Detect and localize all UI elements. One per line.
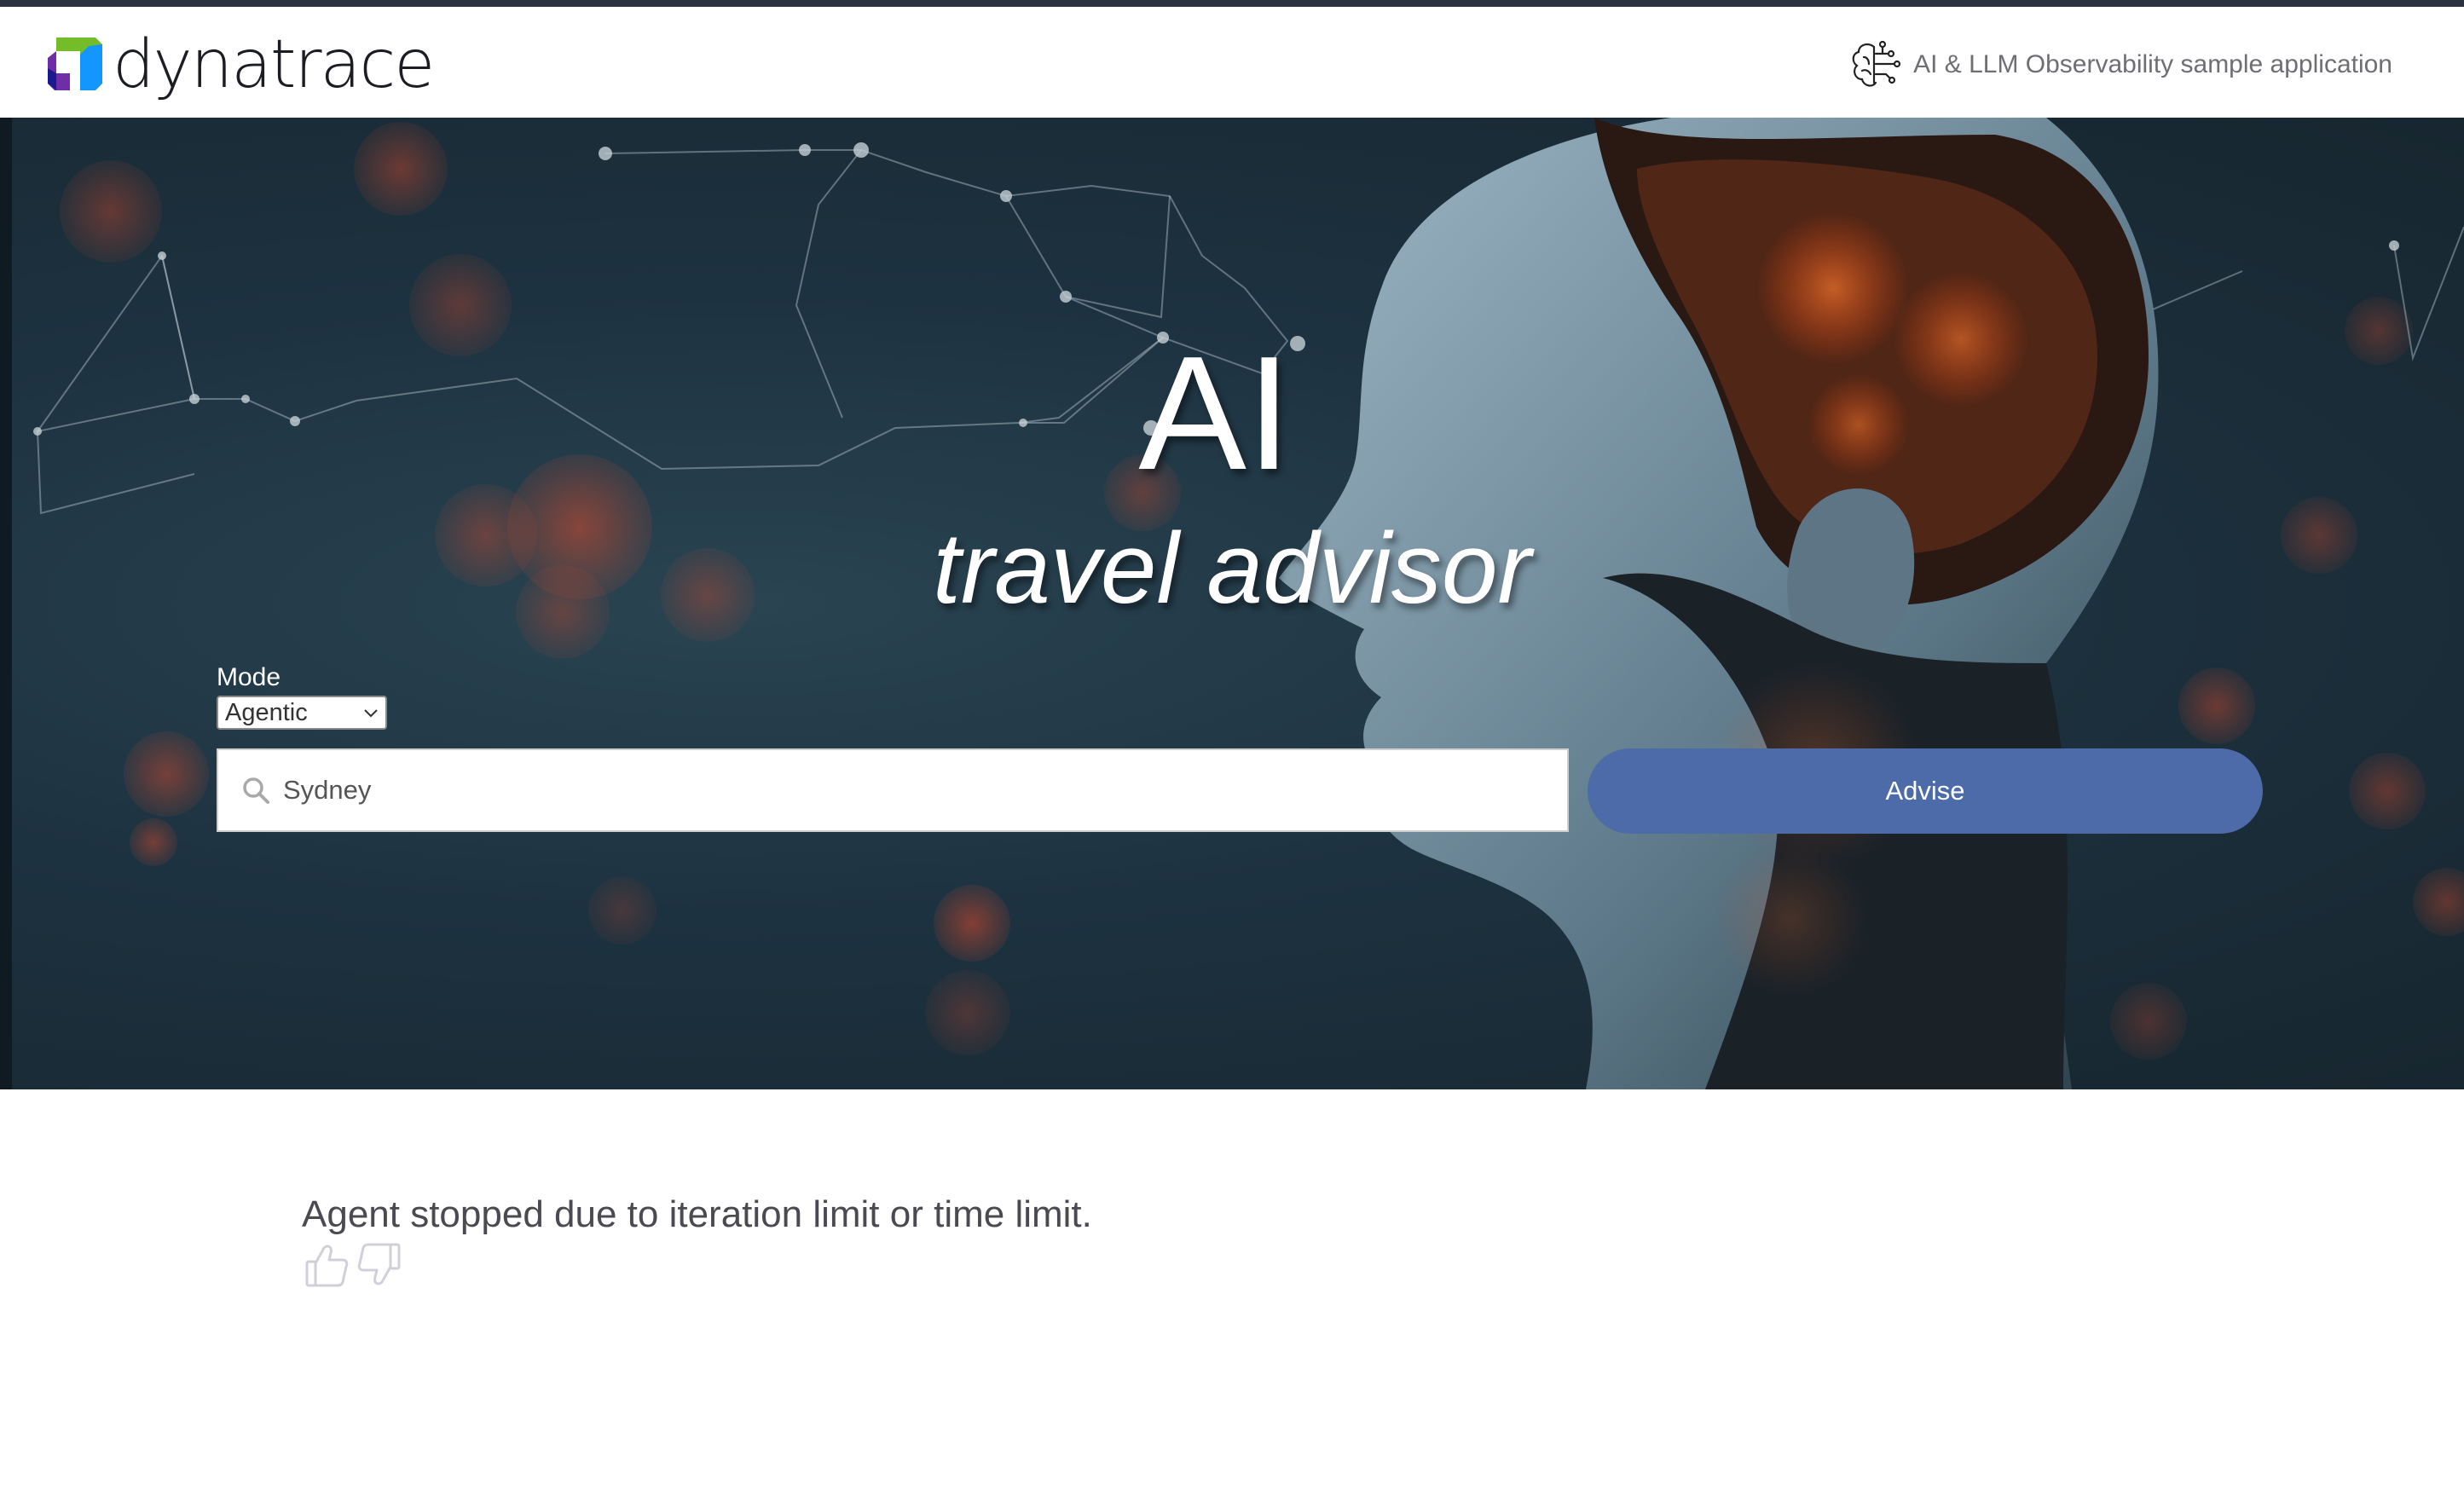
hero-subtitle: travel advisor <box>933 512 1531 625</box>
brain-circuit-icon <box>1852 40 1901 87</box>
feedback-buttons <box>304 1241 402 1289</box>
mode-label: Mode <box>217 663 281 691</box>
hero-title: AI <box>1138 323 1292 504</box>
hero-banner: AI travel advisor Mode Agentic Sydney Ad… <box>0 118 2464 1089</box>
search-value: Sydney <box>283 775 372 805</box>
top-strip <box>0 0 2464 7</box>
logo-text: dynatrace <box>113 26 435 103</box>
thumbs-down-icon[interactable] <box>356 1241 402 1289</box>
mode-select-value: Agentic <box>225 698 308 726</box>
mode-select[interactable]: Agentic <box>217 696 387 730</box>
app-title: AI & LLM Observability sample applicatio… <box>1913 50 2392 78</box>
destination-search-input[interactable]: Sydney <box>217 748 1569 832</box>
app-header: dynatrace AI & LLM Observability sample … <box>0 7 2464 118</box>
advise-button[interactable]: Advise <box>1588 748 2263 834</box>
dynatrace-logo-mark-icon <box>48 38 102 90</box>
chevron-down-icon <box>364 709 378 718</box>
thumbs-up-icon[interactable] <box>304 1241 350 1289</box>
app-badge: AI & LLM Observability sample applicatio… <box>1848 38 2392 92</box>
search-icon <box>243 777 269 804</box>
agent-response-text: Agent stopped due to iteration limit or … <box>302 1193 1092 1235</box>
dynatrace-logo[interactable]: dynatrace <box>44 26 435 103</box>
